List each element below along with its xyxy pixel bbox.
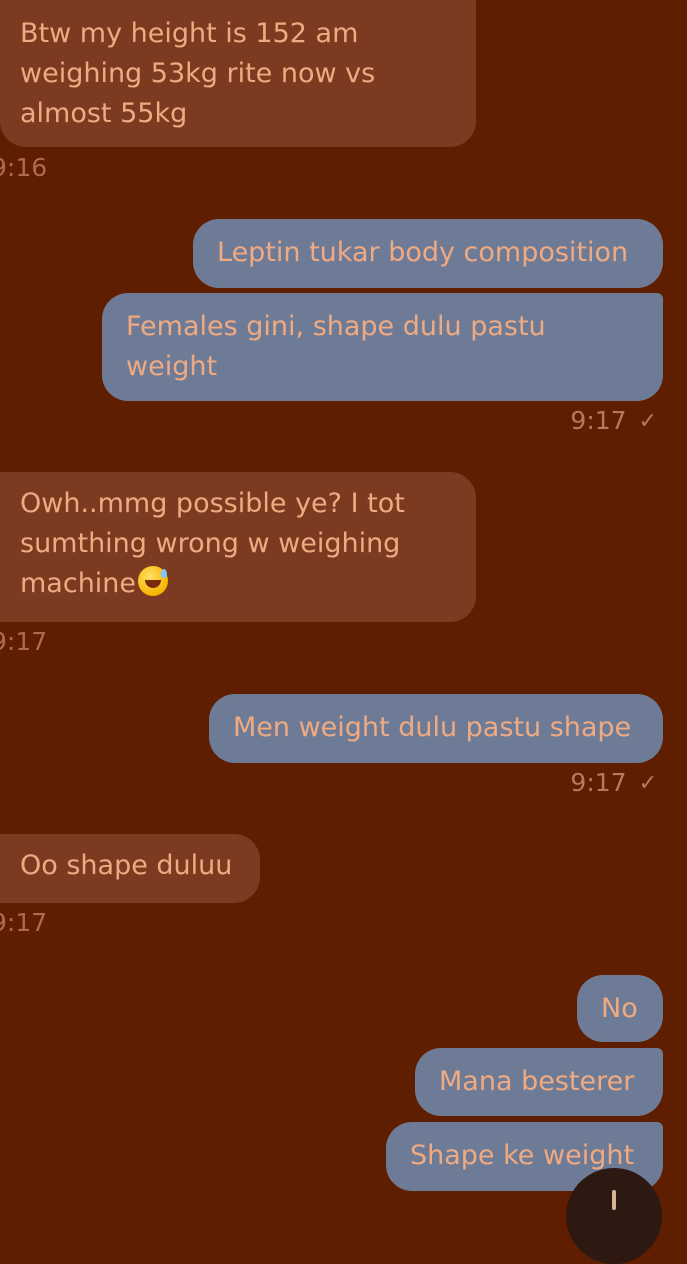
outgoing-message[interactable]: No [577, 975, 663, 1042]
message-timestamp: 9:17 [0, 627, 48, 656]
incoming-message[interactable]: Owh..mmg possible ye? I tot sumthing wro… [0, 472, 476, 622]
message-line: Females gini, shape dulu pastu [126, 311, 546, 342]
message-line: Owh..mmg possible ye? I tot [20, 488, 405, 519]
message-line: weighing 53kg rite now vs [20, 58, 376, 89]
outgoing-message[interactable]: Mana besterer [415, 1048, 663, 1116]
message-line: weight [126, 351, 218, 382]
sweat-smile-emoji-icon [138, 566, 169, 596]
message-timestamp: 9:17 ✓ [570, 768, 657, 797]
message-line: sumthing wrong w weighing [20, 528, 401, 559]
message-timestamp: 9:16 [0, 153, 48, 182]
message-timestamp: 9:17 [0, 908, 48, 937]
message-line: Btw my height is 152 am [20, 18, 359, 49]
read-check-icon: ✓ [638, 771, 657, 796]
chat-thread[interactable]: Btw my height is 152 am weighing 53kg ri… [0, 0, 687, 1264]
outgoing-message[interactable]: Men weight dulu pastu shape [209, 694, 663, 763]
read-check-icon: ✓ [638, 409, 657, 434]
incoming-message[interactable]: Oo shape duluu [0, 834, 260, 903]
incoming-message[interactable]: Btw my height is 152 am weighing 53kg ri… [0, 0, 476, 147]
outgoing-message[interactable]: Leptin tukar body composition [193, 219, 663, 288]
message-line: Oo shape duluu [20, 850, 233, 881]
scroll-down-button[interactable] [566, 1168, 662, 1264]
message-line: almost 55kg [20, 98, 188, 129]
message-line: Leptin tukar body composition [217, 237, 629, 268]
message-line: Mana besterer [439, 1066, 635, 1097]
message-line: machine [20, 564, 454, 604]
message-line: Men weight dulu pastu shape [233, 712, 632, 743]
outgoing-message[interactable]: Females gini, shape dulu pastu weight [102, 293, 663, 401]
message-timestamp: 9:17 ✓ [570, 406, 657, 435]
message-line: No [601, 993, 638, 1024]
